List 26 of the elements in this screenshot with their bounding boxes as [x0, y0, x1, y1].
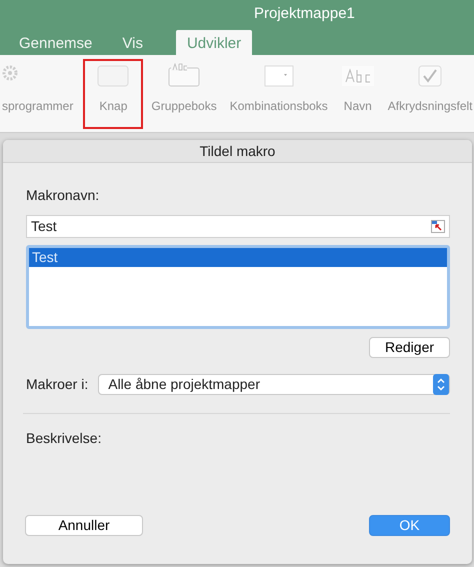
button-icon — [97, 63, 130, 87]
macro-name-field[interactable]: Test — [26, 215, 450, 238]
ribbon-button[interactable]: sprogrammer — [0, 59, 76, 129]
ok-button[interactable]: OK — [369, 515, 450, 536]
field-label: Makronavn: — [26, 186, 100, 205]
macros-in-select[interactable]: Alle åbne projektmapper — [98, 374, 450, 395]
stepper-icon — [433, 374, 449, 395]
macro-list[interactable]: Test — [26, 245, 450, 329]
dialog-title: Tildel makro — [3, 140, 472, 163]
ribbon-button[interactable]: Afkrydsningsfelt — [382, 59, 474, 129]
cancel-button[interactable]: Annuller — [25, 515, 143, 536]
field-label: Beskrivelse: — [26, 429, 102, 448]
ribbon-tab[interactable]: Udvikler — [176, 30, 252, 55]
macro-list-item[interactable]: Test — [29, 248, 447, 267]
field-label: Makroer i: — [26, 375, 88, 394]
ribbon-tab[interactable]: Vis — [111, 30, 154, 55]
ribbon-button[interactable]: Gruppeboks — [146, 59, 222, 129]
ribbon-button[interactable]: Kombinationsboks — [224, 59, 333, 129]
ribbon-button[interactable]: Knap — [83, 59, 144, 129]
combo-box-icon — [262, 63, 295, 87]
ribbon-tab[interactable]: Gennemse — [8, 30, 104, 55]
ribbon-button[interactable]: Navn — [336, 59, 380, 129]
edit-button[interactable]: Rediger — [369, 337, 450, 358]
range-picker-icon[interactable] — [431, 220, 445, 233]
group-box-icon — [168, 63, 200, 87]
window-title: Projektmappe1 — [253, 4, 356, 24]
